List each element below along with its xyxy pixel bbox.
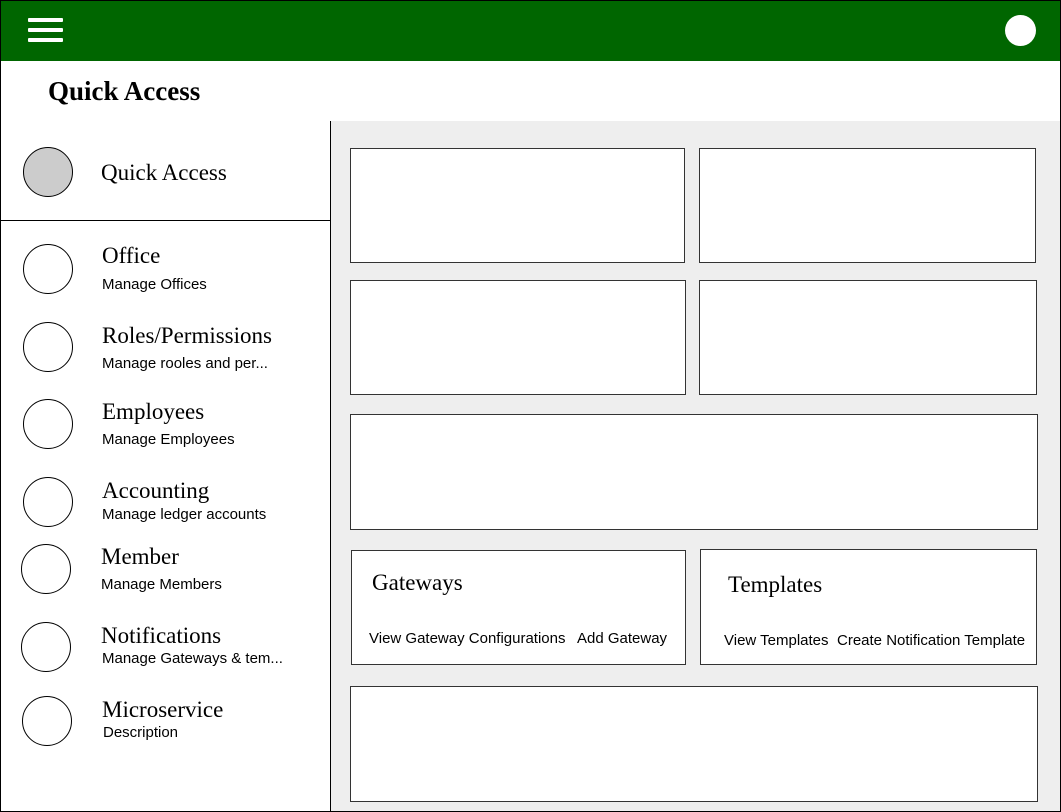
quick-access-wide-card[interactable] bbox=[350, 686, 1038, 802]
view-gateway-configurations-link[interactable]: View Gateway Configurations bbox=[369, 630, 566, 648]
roles-permissions-icon bbox=[23, 322, 73, 372]
sidebar-item-title: Microservice bbox=[102, 697, 224, 722]
sidebar-item-subtitle: Manage rooles and per... bbox=[102, 355, 268, 372]
quick-access-card[interactable] bbox=[699, 148, 1036, 263]
sidebar-item-subtitle: Description bbox=[103, 724, 179, 741]
user-avatar-icon[interactable] bbox=[1005, 15, 1036, 46]
sidebar-item-subtitle: Manage Employees bbox=[102, 431, 235, 448]
page-title: Quick Access bbox=[48, 76, 201, 106]
notifications-icon bbox=[21, 622, 71, 672]
quick-access-icon bbox=[23, 147, 73, 197]
quick-access-card[interactable] bbox=[699, 280, 1037, 395]
sidebar-item-subtitle: Manage Members bbox=[101, 576, 222, 593]
accounting-icon bbox=[23, 477, 73, 527]
sidebar-item-title: Member bbox=[101, 544, 179, 569]
create-notification-template-link[interactable]: Create Notification Template bbox=[837, 632, 1025, 650]
quick-access-card[interactable] bbox=[350, 148, 685, 263]
sidebar-item-title: Roles/Permissions bbox=[102, 323, 272, 348]
microservice-icon bbox=[22, 696, 72, 746]
employees-icon bbox=[23, 399, 73, 449]
sidebar-item-label: Quick Access bbox=[101, 160, 227, 185]
hamburger-menu-icon[interactable] bbox=[27, 17, 65, 45]
add-gateway-link[interactable]: Add Gateway bbox=[577, 630, 667, 648]
top-app-bar bbox=[0, 0, 1061, 62]
sidebar-item-subtitle: Manage ledger accounts bbox=[102, 506, 267, 523]
sidebar-item-title: Office bbox=[102, 243, 161, 268]
quick-access-card[interactable] bbox=[350, 280, 686, 395]
sidebar-item-title: Employees bbox=[102, 399, 205, 424]
sidebar-item-title: Accounting bbox=[102, 478, 210, 503]
sidebar-divider bbox=[1, 220, 331, 221]
office-icon bbox=[23, 244, 73, 294]
sidebar-item-subtitle: Manage Offices bbox=[102, 276, 207, 293]
sidebar-item-title: Notifications bbox=[101, 623, 222, 648]
quick-access-wide-card[interactable] bbox=[350, 414, 1038, 530]
gateways-card-title: Gateways bbox=[372, 570, 463, 595]
sidebar-item-subtitle: Manage Gateways & tem... bbox=[102, 650, 283, 667]
member-icon bbox=[21, 544, 71, 594]
templates-card-title: Templates bbox=[728, 572, 823, 597]
view-templates-link[interactable]: View Templates bbox=[724, 632, 829, 650]
